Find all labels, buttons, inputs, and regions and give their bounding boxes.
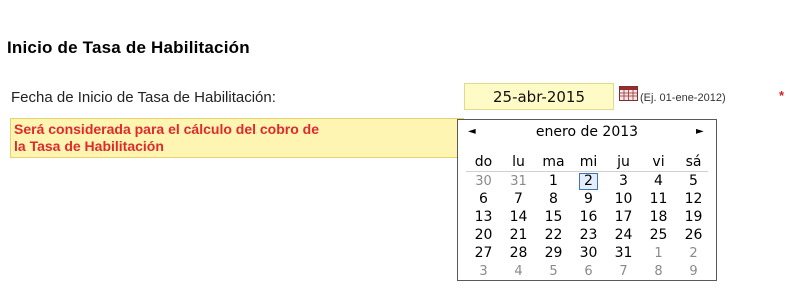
calendar-day[interactable]: 31 bbox=[501, 172, 536, 190]
calendar-icon[interactable] bbox=[619, 86, 638, 101]
calendar-day[interactable]: 8 bbox=[536, 190, 571, 208]
calendar-day[interactable]: 9 bbox=[676, 262, 711, 280]
calendar-day[interactable]: 2 bbox=[676, 244, 711, 262]
calendar-day[interactable]: 25 bbox=[641, 226, 676, 244]
calendar-day[interactable]: 22 bbox=[536, 226, 571, 244]
calendar-day[interactable]: 31 bbox=[606, 244, 641, 262]
calendar-header: ◄ enero de 2013 ► bbox=[458, 120, 716, 146]
calendar-week-row: 3 4 5 6 7 8 9 bbox=[466, 262, 711, 280]
calendar-day[interactable]: 5 bbox=[676, 172, 711, 190]
weekday-header: mi bbox=[579, 153, 598, 170]
weekday-header: vi bbox=[652, 153, 665, 170]
calendar-day[interactable]: 30 bbox=[466, 172, 501, 190]
calendar-day[interactable]: 23 bbox=[571, 226, 606, 244]
calendar-day[interactable]: 7 bbox=[501, 190, 536, 208]
calendar-header-divider bbox=[466, 171, 708, 172]
calendar-day[interactable]: 3 bbox=[606, 172, 641, 190]
weekday-header-row: do lu ma mi ju vi sá bbox=[466, 151, 711, 172]
notice-message: Será considerada para el cálculo del cob… bbox=[10, 118, 464, 158]
calendar-day[interactable]: 17 bbox=[606, 208, 641, 226]
calendar-day[interactable]: 9 bbox=[571, 190, 606, 208]
calendar-day[interactable]: 16 bbox=[571, 208, 606, 226]
notice-line: la Tasa de Habilitación bbox=[14, 138, 164, 154]
date-picker-popup: ◄ enero de 2013 ► do lu ma mi ju vi sá 3… bbox=[457, 119, 717, 281]
calendar-day[interactable]: 10 bbox=[606, 190, 641, 208]
calendar-day[interactable]: 1 bbox=[641, 244, 676, 262]
calendar-day[interactable]: 6 bbox=[466, 190, 501, 208]
calendar-day[interactable]: 27 bbox=[466, 244, 501, 262]
weekday-header: sá bbox=[685, 153, 702, 170]
calendar-day[interactable]: 11 bbox=[641, 190, 676, 208]
calendar-week-row: 20 21 22 23 24 25 26 bbox=[466, 226, 711, 244]
start-date-input[interactable] bbox=[464, 83, 614, 110]
calendar-day[interactable]: 5 bbox=[536, 262, 571, 280]
calendar-day-selected[interactable]: 2 bbox=[571, 172, 606, 190]
required-marker: * bbox=[779, 88, 785, 103]
weekday-header: lu bbox=[512, 153, 525, 170]
calendar-day[interactable]: 28 bbox=[501, 244, 536, 262]
calendar-day[interactable]: 13 bbox=[466, 208, 501, 226]
next-month-icon[interactable]: ► bbox=[696, 126, 704, 137]
weekday-header: ma bbox=[542, 153, 565, 170]
calendar-week-row: 30 31 1 2 3 4 5 bbox=[466, 172, 711, 190]
calendar-day[interactable]: 8 bbox=[641, 262, 676, 280]
calendar-day[interactable]: 4 bbox=[501, 262, 536, 280]
calendar-day[interactable]: 7 bbox=[606, 262, 641, 280]
calendar-day[interactable]: 3 bbox=[466, 262, 501, 280]
calendar-day[interactable]: 18 bbox=[641, 208, 676, 226]
calendar-day[interactable]: 30 bbox=[571, 244, 606, 262]
date-format-hint: (Ej. 01-ene-2012) bbox=[640, 92, 726, 104]
weekday-header: do bbox=[474, 153, 493, 170]
calendar-day[interactable]: 14 bbox=[501, 208, 536, 226]
calendar-day[interactable]: 24 bbox=[606, 226, 641, 244]
calendar-month-title: enero de 2013 bbox=[535, 124, 639, 140]
selected-day-label: 2 bbox=[579, 172, 598, 190]
calendar-day[interactable]: 15 bbox=[536, 208, 571, 226]
calendar-day[interactable]: 1 bbox=[536, 172, 571, 190]
start-date-label: Fecha de Inicio de Tasa de Habilitación: bbox=[11, 89, 276, 106]
calendar-day[interactable]: 6 bbox=[571, 262, 606, 280]
calendar-day[interactable]: 12 bbox=[676, 190, 711, 208]
calendar-day[interactable]: 20 bbox=[466, 226, 501, 244]
notice-line: Será considerada para el cálculo del cob… bbox=[14, 121, 320, 137]
calendar-week-row: 13 14 15 16 17 18 19 bbox=[466, 208, 711, 226]
calendar-day[interactable]: 26 bbox=[676, 226, 711, 244]
calendar-day[interactable]: 19 bbox=[676, 208, 711, 226]
calendar-day[interactable]: 4 bbox=[641, 172, 676, 190]
calendar-week-row: 27 28 29 30 31 1 2 bbox=[466, 244, 711, 262]
weekday-header: ju bbox=[617, 153, 630, 170]
calendar-day[interactable]: 21 bbox=[501, 226, 536, 244]
section-title: Inicio de Tasa de Habilitación bbox=[7, 38, 250, 57]
calendar-day[interactable]: 29 bbox=[536, 244, 571, 262]
calendar-week-row: 6 7 8 9 10 11 12 bbox=[466, 190, 711, 208]
